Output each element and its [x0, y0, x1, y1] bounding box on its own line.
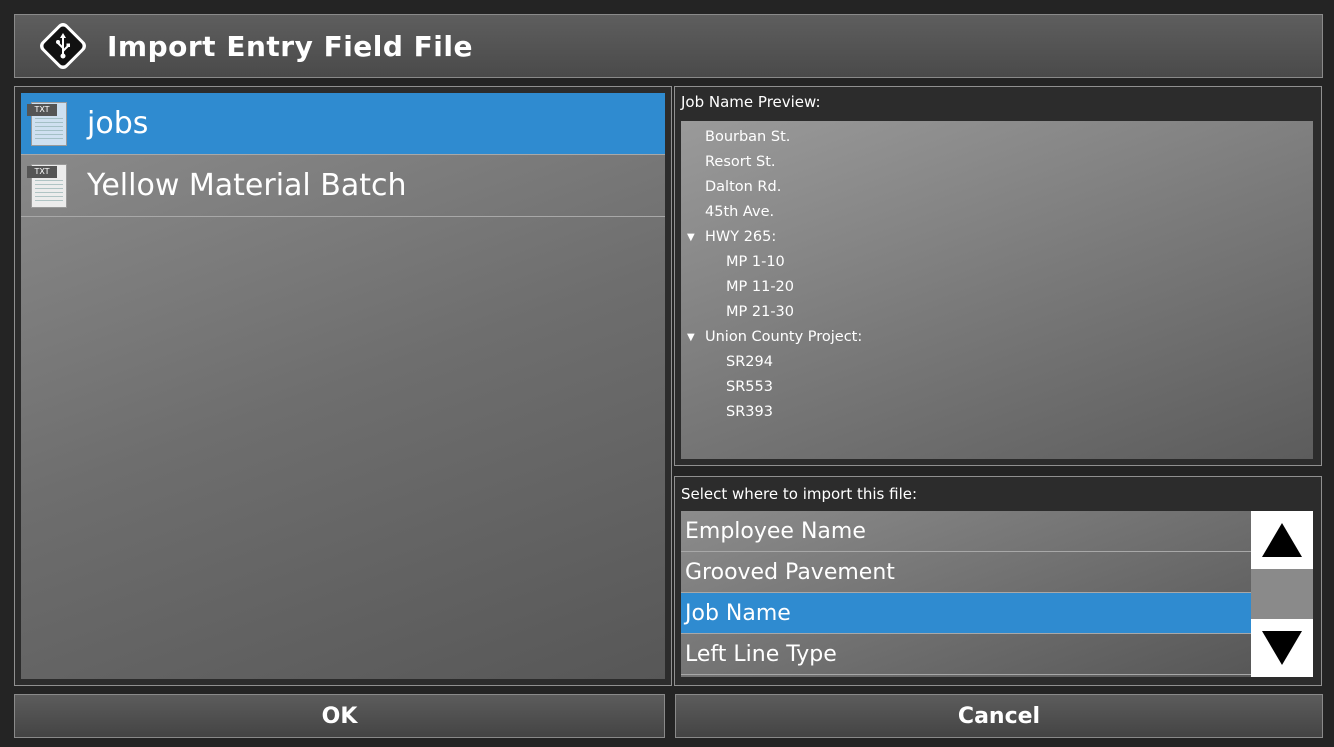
scroll-up-button[interactable] [1251, 511, 1313, 569]
tree-row: SR393 [726, 404, 773, 420]
target-item-job-name[interactable]: Job Name [681, 593, 1251, 634]
target-item-employee-name[interactable]: Employee Name [681, 511, 1251, 552]
dialog-title: Import Entry Field File [107, 29, 473, 63]
tree-row: MP 21-30 [726, 304, 794, 320]
cancel-button[interactable]: Cancel [675, 694, 1323, 738]
tree-group-row[interactable]: ▼ HWY 265: [681, 225, 1313, 250]
file-item-label: Yellow Material Batch [87, 168, 407, 203]
import-target-list: Employee Name Grooved Pavement Job Name … [681, 511, 1251, 677]
file-item-jobs[interactable]: TXT jobs [21, 93, 665, 155]
target-item-left-line-type[interactable]: Left Line Type [681, 634, 1251, 675]
tree-row: Resort St. [705, 154, 776, 170]
tree-row: MP 11-20 [726, 279, 794, 295]
usb-icon [37, 20, 89, 72]
tree-row: Bourban St. [705, 129, 791, 145]
tree-row: 45th Ave. [705, 204, 775, 220]
title-bar: Import Entry Field File [14, 14, 1323, 78]
triangle-up-icon [1262, 523, 1302, 557]
tree-group-row[interactable]: ▼ Union County Project: [681, 325, 1313, 350]
tree-row: Dalton Rd. [705, 179, 782, 195]
import-target-label: Select where to import this file: [681, 485, 918, 503]
preview-tree[interactable]: Bourban St. Resort St. Dalton Rd. 45th A… [681, 121, 1313, 459]
expand-arrow-icon[interactable]: ▼ [687, 325, 695, 350]
preview-label: Job Name Preview: [681, 93, 821, 111]
tree-row: SR294 [726, 354, 773, 370]
tree-row: MP 1-10 [726, 254, 785, 270]
triangle-down-icon [1262, 631, 1302, 665]
target-item-grooved-pavement[interactable]: Grooved Pavement [681, 552, 1251, 593]
expand-arrow-icon[interactable]: ▼ [687, 225, 695, 250]
file-list: TXT jobs TXT Yellow Material Batch [21, 93, 665, 679]
file-panel: TXT jobs TXT Yellow Material Batch [14, 86, 672, 686]
file-item-yellow-material-batch[interactable]: TXT Yellow Material Batch [21, 155, 665, 217]
txt-file-icon: TXT [27, 162, 67, 210]
file-item-label: jobs [87, 106, 149, 141]
tree-row: SR553 [726, 379, 773, 395]
preview-panel: Job Name Preview: Bourban St. Resort St.… [674, 86, 1322, 466]
scroll-down-button[interactable] [1251, 619, 1313, 677]
ok-button[interactable]: OK [14, 694, 665, 738]
dialog-frame: Import Entry Field File TXT jobs TXT Yel… [0, 0, 1334, 747]
txt-file-icon: TXT [27, 100, 67, 148]
target-scrollbar[interactable] [1251, 511, 1313, 677]
import-target-panel: Select where to import this file: Employ… [674, 476, 1322, 686]
